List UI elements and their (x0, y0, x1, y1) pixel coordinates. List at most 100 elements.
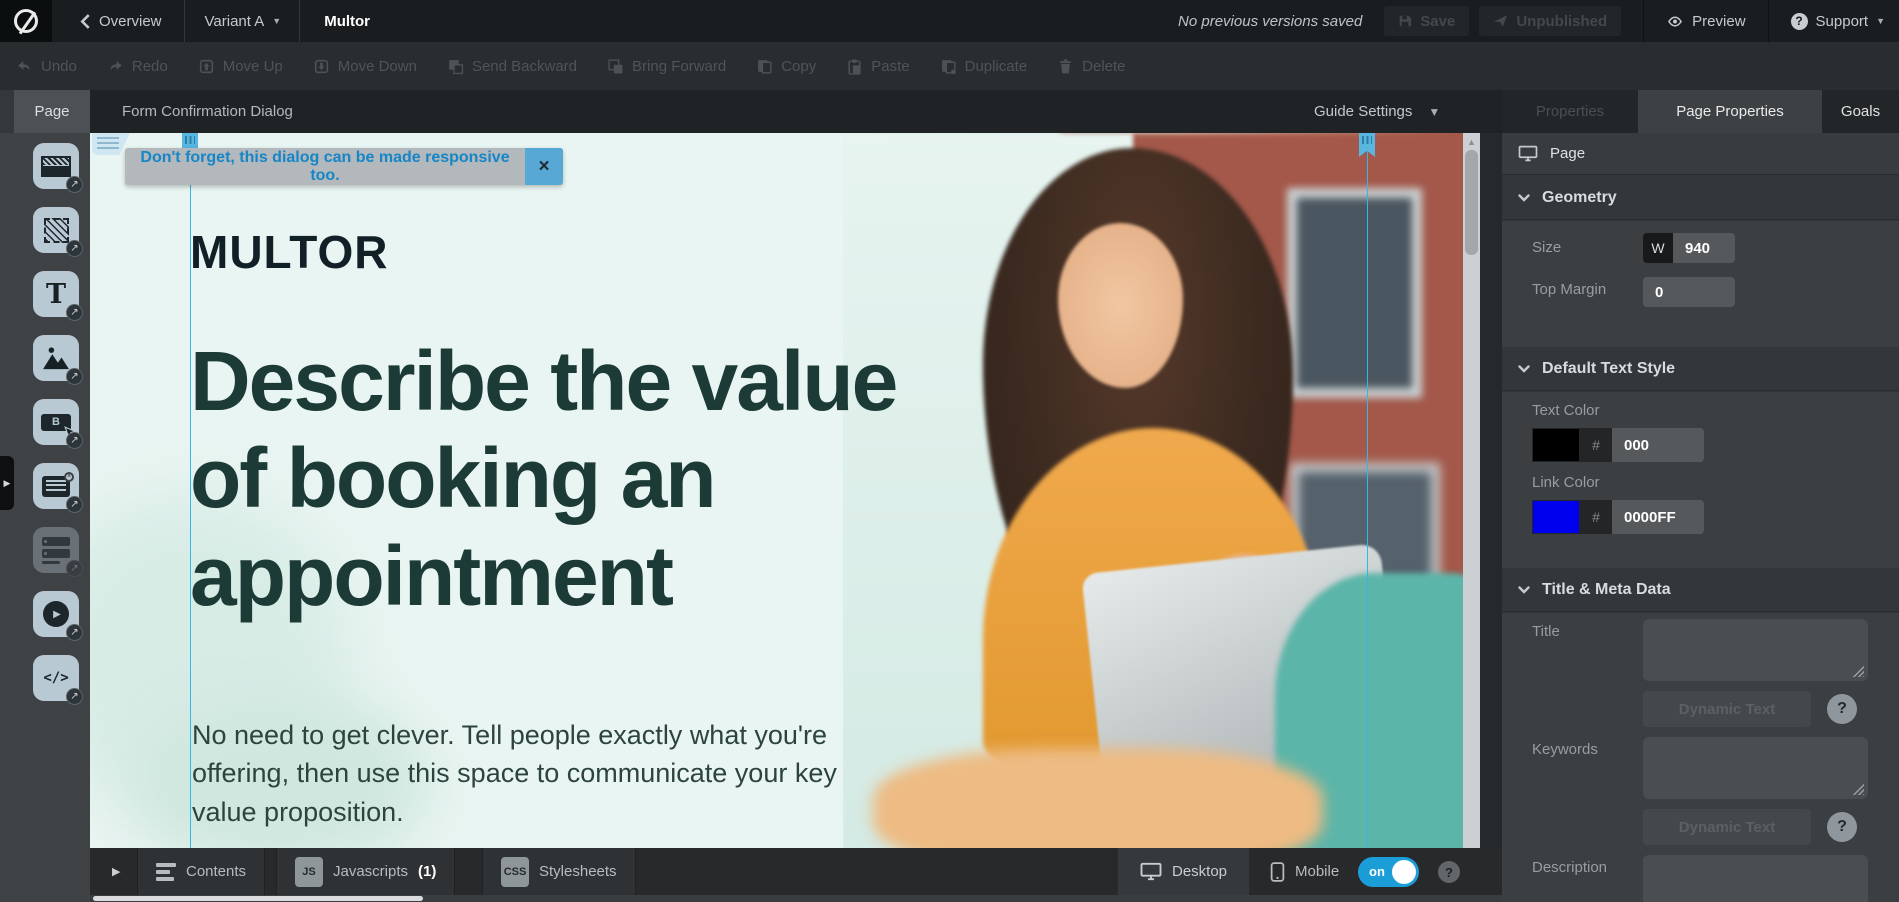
tab-page-properties[interactable]: Page Properties (1638, 90, 1822, 133)
button-tool[interactable]: B ↗ (33, 399, 79, 445)
multor-logo[interactable]: MULTOR (190, 225, 389, 279)
width-input[interactable] (1673, 233, 1735, 263)
divider (184, 0, 185, 42)
help-icon[interactable]: ? (1827, 812, 1857, 842)
trash-icon (1057, 58, 1074, 75)
paste-button[interactable]: Paste (846, 58, 909, 75)
text-color-input[interactable] (1612, 428, 1704, 462)
preview-button[interactable]: Preview (1666, 13, 1745, 30)
scroll-up-icon[interactable]: ▲ (1463, 137, 1480, 147)
javascripts-tab[interactable]: JS Javascripts (1) (276, 848, 455, 895)
javascripts-count: (1) (418, 863, 436, 880)
publish-status-button[interactable]: Unpublished (1479, 6, 1621, 36)
bottom-bar: ▶ Contents JS Javascripts (1) CSS Styles… (90, 848, 1502, 902)
desktop-view-button[interactable]: Desktop (1118, 848, 1249, 895)
app-logo[interactable] (0, 0, 52, 42)
variant-dropdown[interactable]: Variant A ▼ (205, 13, 282, 30)
hash-prefix: # (1580, 500, 1612, 534)
overview-back-button[interactable]: Overview (80, 13, 162, 30)
copy-icon (756, 58, 773, 75)
drag-arrow-icon: ↗ (66, 240, 83, 257)
help-icon[interactable]: ? (1827, 694, 1857, 724)
js-badge-icon: JS (295, 857, 323, 887)
mobile-toggle[interactable]: on (1358, 857, 1419, 887)
dynamic-text-button[interactable]: Dynamic Text (1643, 691, 1811, 727)
design-canvas[interactable]: Don't forget, this dialog can be made re… (90, 133, 1480, 848)
delete-button[interactable]: Delete (1057, 58, 1125, 75)
guide-line-right[interactable] (1367, 133, 1368, 848)
geometry-section: Size W Top Margin (1502, 221, 1899, 347)
custom-html-tool[interactable]: </> ↗ (33, 655, 79, 701)
code-icon: </> (43, 670, 68, 686)
caret-down-icon: ▼ (272, 16, 281, 26)
geometry-section-header[interactable]: Geometry (1502, 176, 1899, 220)
canvas-vertical-scrollbar[interactable]: ▲ (1463, 133, 1480, 848)
text-style-section: Text Color # Link Color # (1502, 392, 1899, 568)
tab-goals[interactable]: Goals (1822, 90, 1899, 133)
widget-sidebar: ↗ ↗ T ↗ ↗ B ↗ × ↗ ↗ ▶ ↗ </> ↗ (0, 133, 90, 902)
undo-button[interactable]: Undo (16, 58, 77, 75)
title-textarea[interactable] (1643, 619, 1868, 681)
chevron-down-icon (1518, 365, 1530, 373)
section-tool[interactable]: ↗ (33, 143, 79, 189)
link-color-swatch[interactable] (1532, 500, 1580, 534)
css-badge-icon: CSS (501, 857, 529, 887)
hero-paragraph[interactable]: No need to get clever. Tell people exact… (192, 716, 852, 831)
caret-down-icon: ▼ (1876, 16, 1885, 26)
video-tool[interactable]: ▶ ↗ (33, 591, 79, 637)
keywords-textarea[interactable] (1643, 737, 1868, 799)
link-color-input[interactable] (1612, 500, 1704, 534)
versions-status: No previous versions saved (1178, 13, 1362, 30)
save-button[interactable]: Save (1384, 6, 1469, 36)
redo-icon (107, 58, 124, 75)
scrollbar-thumb[interactable] (93, 896, 423, 901)
unbounce-logo-icon (14, 9, 38, 33)
stylesheets-tab[interactable]: CSS Stylesheets (482, 848, 636, 895)
hero-heading[interactable]: Describe the value of booking an appoint… (190, 333, 930, 625)
description-textarea[interactable] (1643, 855, 1868, 902)
contents-tab[interactable]: Contents (137, 848, 265, 895)
text-color-swatch[interactable] (1532, 428, 1580, 462)
duplicate-icon (940, 58, 957, 75)
desktop-icon (1140, 862, 1162, 881)
guide-line-left[interactable] (190, 133, 191, 848)
edit-toolbar: Undo Redo Move Up Move Down Send Backwar… (0, 42, 1899, 90)
top-margin-input[interactable] (1643, 277, 1735, 307)
image-tool[interactable]: ↗ (33, 335, 79, 381)
title-meta-data-header[interactable]: Title & Meta Data (1502, 568, 1899, 612)
bring-forward-icon (607, 58, 624, 75)
eye-icon (1666, 14, 1684, 29)
move-up-button[interactable]: Move Up (198, 58, 283, 75)
duplicate-button[interactable]: Duplicate (940, 58, 1028, 75)
form-tool[interactable]: × ↗ (33, 463, 79, 509)
divider (1768, 0, 1769, 42)
size-label: Size (1532, 239, 1561, 256)
canvas-gutter (1480, 133, 1502, 902)
send-backward-button[interactable]: Send Backward (447, 58, 577, 75)
support-dropdown[interactable]: ? Support ▼ (1791, 13, 1885, 30)
close-icon[interactable]: × (525, 148, 563, 185)
copy-button[interactable]: Copy (756, 58, 816, 75)
tab-properties[interactable]: Properties (1502, 90, 1638, 133)
form-icon: × (42, 476, 70, 497)
default-text-style-header[interactable]: Default Text Style (1502, 347, 1899, 391)
tab-page[interactable]: Page (14, 90, 90, 133)
canvas-horizontal-scrollbar[interactable] (90, 895, 1502, 902)
text-tool[interactable]: T ↗ (33, 271, 79, 317)
dynamic-text-button[interactable]: Dynamic Text (1643, 809, 1811, 845)
box-tool[interactable]: ↗ (33, 207, 79, 253)
variant-label: Variant A (205, 13, 265, 30)
page-header-row: Page (1502, 133, 1899, 175)
sidebar-expand-arrow[interactable]: ▶ (0, 456, 14, 510)
bring-forward-button[interactable]: Bring Forward (607, 58, 726, 75)
move-down-button[interactable]: Move Down (313, 58, 417, 75)
help-icon[interactable]: ? (1438, 861, 1460, 883)
title-label: Title (1532, 623, 1560, 640)
drag-arrow-icon: ↗ (66, 176, 83, 193)
guide-settings-dropdown[interactable]: Guide Settings ▼ (1314, 90, 1440, 133)
redo-button[interactable]: Redo (107, 58, 168, 75)
tab-form-confirmation-dialog[interactable]: Form Confirmation Dialog (122, 90, 293, 133)
mobile-view-button[interactable]: Mobile (1270, 848, 1339, 895)
expand-contents-icon[interactable]: ▶ (112, 865, 120, 878)
scrollbar-thumb[interactable] (1465, 150, 1478, 255)
